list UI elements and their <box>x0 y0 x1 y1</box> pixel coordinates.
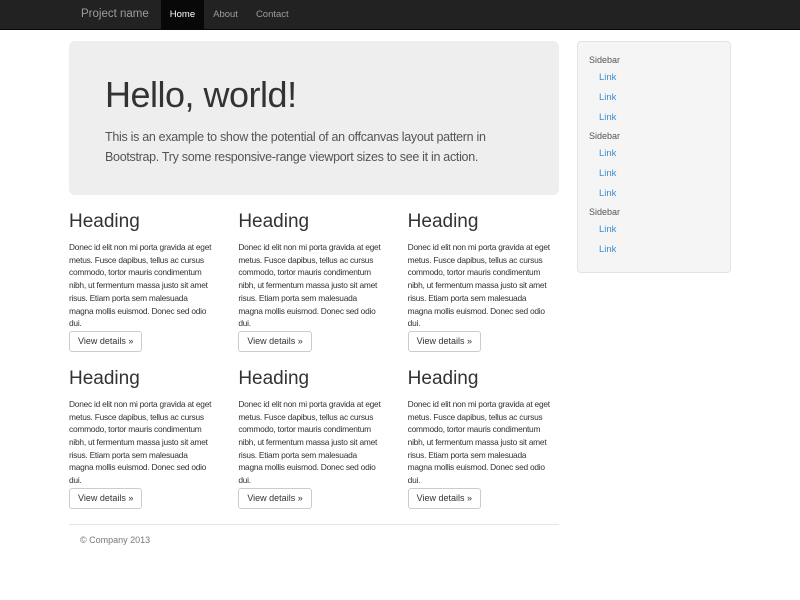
card-text: Donec id elit non mi porta gravida at eg… <box>69 398 220 487</box>
nav-item-contact[interactable]: Contact <box>247 0 298 29</box>
sidebar-column: Sidebar Link Link Link Sidebar Link Link… <box>577 41 731 273</box>
sidebar-group-header: Sidebar <box>578 128 730 144</box>
content-card: Heading Donec id elit non mi porta gravi… <box>69 352 220 509</box>
navbar: Project name Home About Contact <box>0 0 800 30</box>
sidebar-link[interactable]: Link <box>578 144 730 164</box>
card-text: Donec id elit non mi porta gravida at eg… <box>69 241 220 330</box>
sidebar-link[interactable]: Link <box>578 240 730 260</box>
sidebar-link[interactable]: Link <box>578 184 730 204</box>
jumbotron-subtitle: This is an example to show the potential… <box>105 127 523 167</box>
card-text: Donec id elit non mi porta gravida at eg… <box>408 398 559 487</box>
copyright-text: © Company 2013 <box>80 535 559 545</box>
cards-row-2: Heading Donec id elit non mi porta gravi… <box>69 352 559 509</box>
sidebar-group-header: Sidebar <box>578 204 730 220</box>
content-card: Heading Donec id elit non mi porta gravi… <box>408 352 559 509</box>
main-content: Hello, world! This is an example to show… <box>69 41 559 585</box>
sidebar-link[interactable]: Link <box>578 68 730 88</box>
offcanvas-row: Hello, world! This is an example to show… <box>69 41 731 585</box>
content-card: Heading Donec id elit non mi porta gravi… <box>238 195 389 352</box>
card-text: Donec id elit non mi porta gravida at eg… <box>238 398 389 487</box>
sidebar-nav: Sidebar Link Link Link Sidebar Link Link… <box>577 41 731 273</box>
navbar-inner: Project name Home About Contact <box>69 0 731 29</box>
card-heading: Heading <box>408 211 559 232</box>
view-details-button[interactable]: View details » <box>69 488 142 509</box>
card-text: Donec id elit non mi porta gravida at eg… <box>408 241 559 330</box>
footer: © Company 2013 <box>69 524 559 585</box>
content-card: Heading Donec id elit non mi porta gravi… <box>408 195 559 352</box>
cards-row-1: Heading Donec id elit non mi porta gravi… <box>69 195 559 352</box>
page-container: Hello, world! This is an example to show… <box>69 41 731 585</box>
view-details-button[interactable]: View details » <box>408 488 481 509</box>
view-details-button[interactable]: View details » <box>238 331 311 352</box>
navbar-brand[interactable]: Project name <box>69 0 161 29</box>
card-heading: Heading <box>238 368 389 389</box>
page-title: Hello, world! <box>105 75 523 115</box>
sidebar-group-header: Sidebar <box>578 52 730 68</box>
view-details-button[interactable]: View details » <box>238 488 311 509</box>
content-card: Heading Donec id elit non mi porta gravi… <box>69 195 220 352</box>
card-text: Donec id elit non mi porta gravida at eg… <box>238 241 389 330</box>
card-heading: Heading <box>69 211 220 232</box>
sidebar-link[interactable]: Link <box>578 108 730 128</box>
sidebar-link[interactable]: Link <box>578 88 730 108</box>
view-details-button[interactable]: View details » <box>408 331 481 352</box>
nav-item-about[interactable]: About <box>204 0 247 29</box>
card-heading: Heading <box>408 368 559 389</box>
view-details-button[interactable]: View details » <box>69 331 142 352</box>
jumbotron: Hello, world! This is an example to show… <box>69 41 559 195</box>
content-card: Heading Donec id elit non mi porta gravi… <box>238 352 389 509</box>
card-heading: Heading <box>69 368 220 389</box>
sidebar-link[interactable]: Link <box>578 220 730 240</box>
sidebar-link[interactable]: Link <box>578 164 730 184</box>
nav-item-home[interactable]: Home <box>161 0 204 29</box>
card-heading: Heading <box>238 211 389 232</box>
